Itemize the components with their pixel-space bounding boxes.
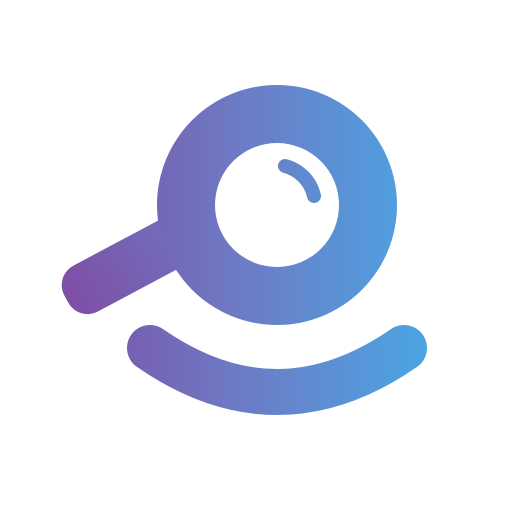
app-icon-canvas — [0, 0, 512, 512]
smile-arc — [127, 325, 427, 415]
magnifier-lens — [215, 143, 339, 267]
magnifier-smile-logo-icon — [61, 85, 427, 415]
